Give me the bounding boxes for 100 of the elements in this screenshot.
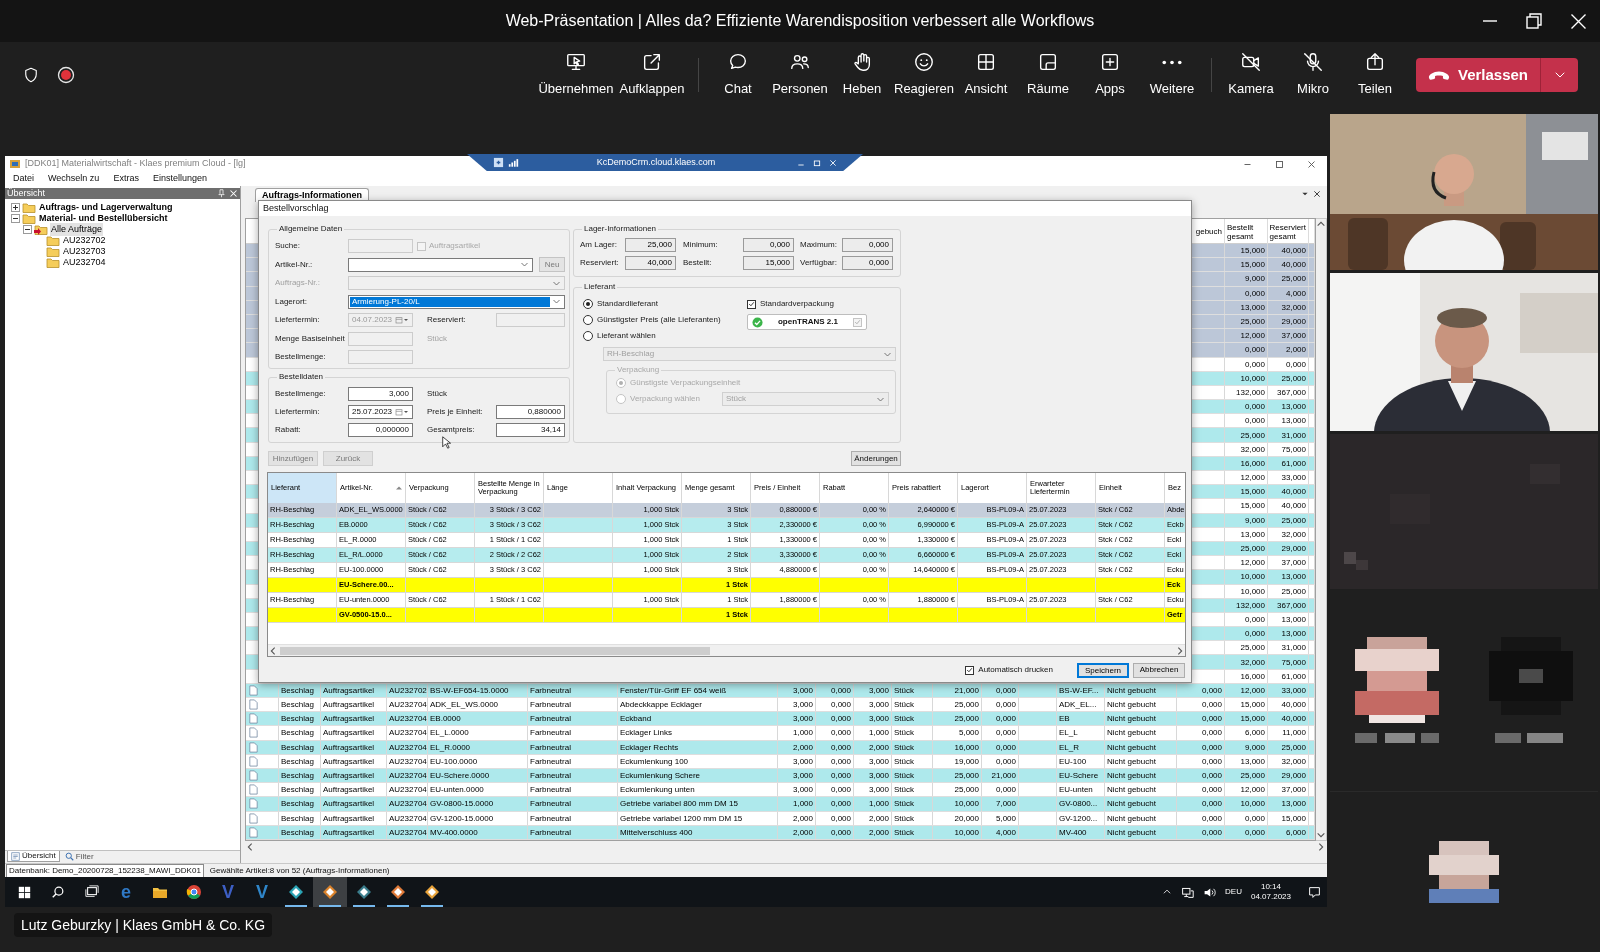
notification-icon[interactable] — [1308, 885, 1321, 899]
toolbar-button[interactable]: Personen — [769, 47, 831, 103]
table-cell: 31,000 — [1268, 641, 1309, 655]
radio-button[interactable] — [583, 315, 593, 325]
table-cell: EL_R — [1057, 740, 1105, 754]
network-icon[interactable] — [1181, 885, 1195, 899]
toolbar-button[interactable]: Heben — [831, 47, 893, 103]
table-cell: 25,000 — [1268, 740, 1309, 754]
menu-item[interactable]: Wechseln zu — [48, 172, 100, 186]
checkbox[interactable] — [747, 299, 756, 309]
taskbar-button[interactable] — [313, 877, 347, 907]
leave-button[interactable]: Verlassen — [1416, 58, 1540, 92]
field-label: Reserviert: — [580, 257, 620, 269]
collapse-icon[interactable] — [23, 225, 32, 234]
toolbar-button[interactable]: Ansicht — [955, 47, 1017, 103]
clock[interactable]: 10:14 04.07.2023 — [1250, 882, 1291, 902]
input-field[interactable]: 0,000000 — [348, 423, 413, 437]
table-cell: 3,000 — [778, 754, 816, 768]
input-field[interactable]: 34,14 — [496, 423, 565, 437]
toolbar-button[interactable]: Aufklappen — [614, 47, 690, 103]
toolbar-button[interactable]: Reagieren — [893, 47, 955, 103]
input-field[interactable]: 15,000 — [743, 256, 794, 270]
table-cell: 3,000 — [854, 768, 892, 783]
taskbar-button[interactable]: V — [245, 877, 279, 907]
table-cell: 40,000 — [1268, 698, 1309, 712]
table-cell: EB — [1057, 712, 1105, 726]
horizontal-scrollbar[interactable] — [268, 644, 1185, 656]
dialog-button[interactable]: Abbrechen — [1133, 662, 1185, 678]
table-cell: 10,000 — [1225, 371, 1268, 385]
table-cell: 0,000 — [1225, 400, 1268, 414]
input-field[interactable]: 40,000 — [625, 256, 676, 270]
field-label: Reserviert: — [427, 314, 467, 326]
toolbar-button[interactable]: Mikro — [1282, 47, 1344, 103]
date-field[interactable]: 25.07.2023 — [348, 405, 413, 419]
taskbar-button[interactable]: e — [109, 877, 143, 907]
pin-icon[interactable] — [217, 189, 226, 198]
table-cell: 0,000 — [1177, 754, 1225, 768]
table-cell: 0,000 — [982, 754, 1019, 768]
panel-tab[interactable]: Filter — [61, 851, 97, 862]
table-cell: MV-400.0000 — [428, 825, 528, 839]
menu-item[interactable]: Einstellungen — [152, 172, 207, 186]
dialog-button[interactable]: Speichern — [1077, 662, 1129, 678]
chevron-up-icon[interactable] — [1162, 887, 1173, 897]
table-cell: 0,000 — [816, 783, 854, 797]
expand-icon[interactable] — [11, 203, 20, 212]
toolbar-button[interactable]: Teilen — [1344, 47, 1406, 103]
input-field[interactable]: 0,880000 — [496, 405, 565, 419]
app-icon: V — [222, 883, 234, 901]
table-cell: Beschlag — [279, 797, 321, 811]
table-cell: Stück — [892, 726, 933, 740]
table-cell: Nicht gebucht — [1105, 768, 1177, 783]
panel-tab[interactable]: Übersicht — [7, 851, 60, 862]
caret-down-icon[interactable] — [1301, 190, 1309, 198]
table-cell: 6,000 — [1268, 825, 1309, 839]
table-cell: 2,000 — [778, 825, 816, 839]
radio-label: Günstigster Preis (alle Lieferanten) — [597, 314, 721, 326]
table-cell: 3,000 — [854, 712, 892, 726]
menu-item[interactable]: Extras — [113, 172, 139, 186]
table-cell: 37,000 — [1268, 556, 1309, 570]
pin-icon[interactable] — [493, 157, 504, 168]
dropdown[interactable]: Armierung-PL-20/L — [348, 294, 565, 309]
radio-button[interactable] — [583, 331, 593, 341]
toolbar-button[interactable]: Apps — [1079, 47, 1141, 103]
toolbar-button[interactable]: Übernehmen — [538, 47, 614, 103]
table-cell: AU232704 — [387, 740, 428, 754]
table-cell: AU232704 — [387, 768, 428, 783]
input-field[interactable]: 3,000 — [348, 387, 413, 401]
table-cell: Eckumlenkung unten — [618, 783, 778, 797]
radio-button[interactable] — [583, 299, 593, 309]
table-cell: 25,000 — [1225, 541, 1268, 556]
table-cell: 2,000 — [854, 811, 892, 825]
table-cell: 25,000 — [1268, 371, 1309, 385]
close-icon[interactable] — [1313, 190, 1321, 198]
table-cell: 0,000 — [1177, 797, 1225, 811]
vertical-scrollbar[interactable] — [1316, 218, 1327, 841]
table-cell: EU-100 — [1057, 754, 1105, 768]
dialog-button[interactable]: Änderungen — [851, 451, 901, 466]
toolbar-button[interactable]: Kamera — [1220, 47, 1282, 103]
task-view-icon — [85, 885, 99, 899]
toolbar-button[interactable]: Chat — [707, 47, 769, 103]
table-cell: 29,000 — [1268, 541, 1309, 556]
input-field[interactable]: 0,000 — [743, 238, 794, 252]
language-indicator[interactable]: DEU — [1225, 886, 1242, 898]
input-field[interactable]: 0,000 — [842, 256, 893, 270]
tree-item[interactable]: Alle Aufträge — [50, 222, 104, 237]
collapse-icon[interactable] — [11, 214, 20, 223]
toolbar-button[interactable]: Räume — [1017, 47, 1079, 103]
table-cell: Farbneutral — [528, 783, 618, 797]
menu-item[interactable]: Datei — [13, 172, 34, 186]
table-cell: EB.0000 — [428, 712, 528, 726]
table-cell: 13,000 — [1268, 627, 1309, 641]
input-field[interactable]: 0,000 — [842, 238, 893, 252]
table-cell: Stück — [892, 811, 933, 825]
table-cell: 0,000 — [1177, 698, 1225, 712]
table-cell: 10,000 — [1225, 797, 1268, 811]
scrollbar-thumb[interactable] — [280, 646, 710, 655]
checkbox[interactable] — [965, 665, 975, 675]
dropdown[interactable] — [348, 257, 533, 272]
input-field[interactable]: 25,000 — [625, 238, 676, 252]
toolbar-button[interactable]: Weitere — [1141, 47, 1203, 103]
